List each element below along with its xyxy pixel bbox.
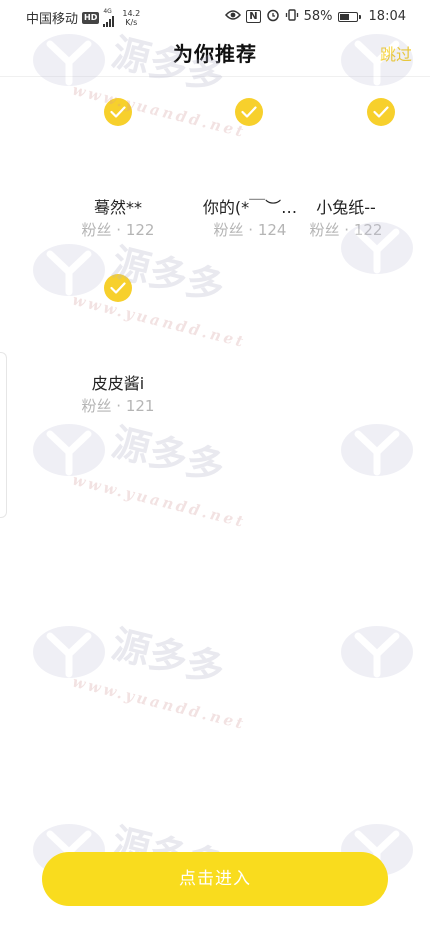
watermark-logo-icon [341,626,413,678]
page-header: 为你推荐 跳过 [0,32,430,77]
battery-level [339,13,349,20]
carrier-name: 中国移动 [26,12,79,27]
user-name: 小兔纸-- [316,198,376,217]
clock-time: 18:04 [368,9,406,24]
watermark-url: www.yuandd.net [70,470,248,532]
page-title: 为你推荐 [173,42,257,66]
watermark-logo-icon [341,424,413,476]
user-card-4[interactable]: 皮皮酱i 粉丝 · 121 [53,274,183,424]
watermark-text: 源多多 [107,620,230,693]
network-speed: 14.2 K/s [122,9,140,27]
network-speed-unit: K/s [125,17,138,27]
recommend-page: 中国移动 HD 4G 14.2 K/s N 58% 18:04 为你推荐 跳过 … [0,0,430,931]
watermark-logo-icon [33,424,105,476]
watermark: 源多多 www.yuandd.net [30,621,280,742]
eye-icon [225,9,242,24]
enter-button[interactable]: 点击进入 [42,852,388,906]
user-card-1[interactable]: 蓦然** 粉丝 · 122 [53,98,183,248]
watermark: 源多多 www.yuandd.net [30,419,280,540]
user-fans-count: 粉丝 · 122 [309,221,383,239]
side-edge-handle[interactable] [0,352,7,518]
hd-icon: HD [82,11,100,24]
status-left: 中国移动 HD 4G 14.2 K/s [26,8,140,27]
check-icon[interactable] [104,98,132,126]
network-type: 4G [103,8,112,15]
check-icon[interactable] [104,274,132,302]
user-name: 蓦然** [93,198,142,217]
watermark-logo-icon [33,626,105,678]
check-icon[interactable] [235,98,263,126]
status-right: N 58% 18:04 [225,8,406,25]
user-fans-count: 粉丝 · 122 [81,221,155,239]
status-bar: 中国移动 HD 4G 14.2 K/s N 58% 18:04 [0,0,430,32]
battery-percent: 58% [303,9,333,24]
user-fans-count: 粉丝 · 121 [81,397,155,415]
battery-icon [337,11,361,22]
signal-icon: 4G [103,8,115,27]
nfc-icon: N [246,10,261,23]
check-icon[interactable] [367,98,395,126]
vibrate-icon [285,8,299,25]
network-speed-value: 14.2 [122,8,141,18]
watermark [338,622,430,742]
skip-button[interactable]: 跳过 [380,41,412,65]
user-card-3[interactable]: 小兔纸-- 粉丝 · 122 [281,98,411,248]
watermark-url: www.yuandd.net [70,672,248,734]
alarm-icon [266,8,280,25]
watermark [338,420,430,540]
user-name: 皮皮酱i [91,374,145,393]
